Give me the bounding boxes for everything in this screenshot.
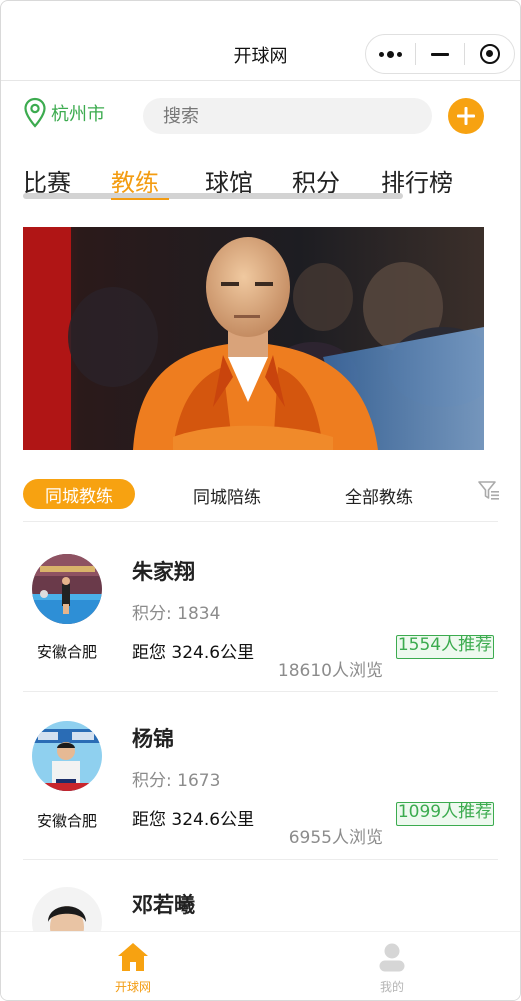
add-button[interactable] [448,98,484,134]
minimize-button[interactable] [416,35,465,73]
recommend-count: 1554人推荐 [397,635,493,655]
coach-distance: 距您 324.6公里 [132,810,255,830]
nav-home[interactable]: 开球网 [93,940,173,995]
coach-filter-row: 同城教练 同城陪练 全部教练 [1,471,520,511]
coach-list-item[interactable]: 安徽合肥 杨锦 积分: 1673 距您 324.6公里 6955人浏览 1099… [1,691,520,858]
coach-name: 邓若曦 [132,893,195,917]
coach-name: 朱家翔 [132,560,195,584]
coach-photo [23,227,484,450]
coach-score: 积分: 1673 [132,771,221,791]
filter-local-coaches[interactable]: 同城教练 [23,479,135,509]
coach-avatar [32,721,102,791]
city-selector[interactable]: 杭州市 [23,97,105,129]
coach-distance: 距您 324.6公里 [132,643,255,663]
more-button[interactable] [366,35,415,73]
home-icon [118,943,148,971]
coach-views: 6955人浏览 [288,828,383,848]
active-tab-indicator [111,198,169,200]
filter-local-sparring[interactable]: 同城陪练 [193,483,261,508]
app-frame: 开球网 杭州市 比赛 教练 [0,0,521,1001]
search-input[interactable] [143,98,432,134]
coach-list-item[interactable]: 安徽合肥 朱家翔 积分: 1834 距您 324.6公里 18610人浏览 15… [1,522,520,689]
category-tabs: 比赛 教练 球馆 积分 排行榜 [1,161,520,211]
close-button[interactable] [465,35,514,73]
coach-name: 杨锦 [132,727,174,751]
coach-list-item[interactable]: 邓若曦 [1,859,520,931]
city-label: 杭州市 [51,104,105,125]
banner-image[interactable] [23,227,484,450]
coach-avatar [32,887,102,931]
recommend-count: 1099人推荐 [397,802,493,822]
coach-avatar [32,554,102,624]
filter-icon[interactable] [477,479,501,503]
recommend-badge[interactable]: 1099人推荐 [396,802,494,826]
target-icon [479,44,500,64]
bottom-nav: 开球网 我的 [1,931,520,1000]
recommend-badge[interactable]: 1554人推荐 [396,635,494,659]
mini-program-capsule [365,34,515,74]
filter-all-coaches[interactable]: 全部教练 [345,483,413,508]
title-bar: 开球网 [1,1,520,81]
location-pin-icon [24,97,46,128]
coach-avatar-photo [32,887,102,931]
user-icon [379,943,405,972]
coach-region: 安徽合肥 [37,812,98,830]
minus-icon [431,52,449,56]
nav-mine-label: 我的 [379,980,404,994]
nav-home-label: 开球网 [114,980,151,994]
nav-mine[interactable]: 我的 [352,940,432,995]
more-dots-icon [378,50,402,58]
coach-avatar-photo [32,554,102,624]
coach-score: 积分: 1834 [132,604,221,624]
coach-avatar-photo [32,721,102,791]
plus-icon [457,107,475,125]
coach-region: 安徽合肥 [37,643,98,661]
coach-views: 18610人浏览 [277,661,383,681]
tab-scrollbar[interactable] [23,193,403,199]
